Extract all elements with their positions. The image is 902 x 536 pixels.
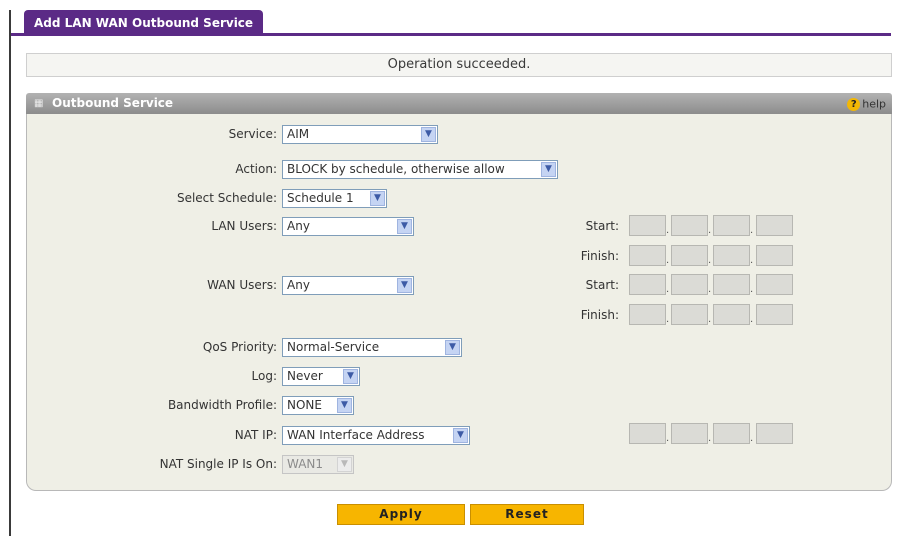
schedule-select[interactable]: Schedule 1 ▼ xyxy=(282,189,387,208)
chevron-down-icon: ▼ xyxy=(453,428,468,443)
chevron-down-icon: ▼ xyxy=(421,127,436,142)
wan-finish-ip-octet-4 xyxy=(756,304,793,325)
schedule-value: Schedule 1 xyxy=(287,191,354,205)
wan-finish-ip-octet-3 xyxy=(713,304,750,325)
wan-finish-ip-octet-1 xyxy=(629,304,666,325)
lan-users-label: LAN Users: xyxy=(211,219,277,233)
chevron-down-icon: ▼ xyxy=(370,191,385,206)
schedule-label: Select Schedule: xyxy=(176,191,277,205)
log-value: Never xyxy=(287,369,323,383)
lan-start-ip-octet-2 xyxy=(671,215,708,236)
nat-single-ip-select: WAN1 ▼ xyxy=(282,455,354,474)
lan-start-ip-dot-separator: . xyxy=(708,225,712,236)
lan-start-ip-dot-separator: . xyxy=(750,225,754,236)
lan-finish-ip-octet-4 xyxy=(756,245,793,266)
bandwidth-value: NONE xyxy=(287,398,322,412)
tab-add-lan-wan-outbound-service[interactable]: Add LAN WAN Outbound Service xyxy=(24,10,264,36)
chevron-down-icon: ▼ xyxy=(343,369,358,384)
chevron-down-icon: ▼ xyxy=(397,219,412,234)
lan-start-ip-dot-separator: . xyxy=(666,225,670,236)
lan-finish-ip-dot-separator: . xyxy=(666,255,670,266)
service-select[interactable]: AIM ▼ xyxy=(282,125,438,144)
lan-finish-ip-dot-separator: . xyxy=(708,255,712,266)
service-value: AIM xyxy=(287,127,310,141)
wan-start-ip-octet-4 xyxy=(756,274,793,295)
nat-ip-address-dot-separator: . xyxy=(750,433,754,444)
help-label: help xyxy=(862,97,886,111)
log-label: Log: xyxy=(251,369,277,383)
wan-finish-ip-dot-separator: . xyxy=(750,314,754,325)
chevron-down-icon: ▼ xyxy=(337,457,352,472)
wan-finish-ip-dot-separator: . xyxy=(666,314,670,325)
lan-finish-ip-octet-2 xyxy=(671,245,708,266)
bandwidth-select[interactable]: NONE ▼ xyxy=(282,396,354,415)
page-frame-left xyxy=(9,10,11,536)
help-circle-icon: ? xyxy=(847,97,861,111)
apply-button[interactable]: Apply xyxy=(337,504,465,525)
nat-ip-value: WAN Interface Address xyxy=(287,428,425,442)
wan-start-ip-octet-3 xyxy=(713,274,750,295)
action-select[interactable]: BLOCK by schedule, otherwise allow ▼ xyxy=(282,160,558,179)
lan-users-select[interactable]: Any ▼ xyxy=(282,217,414,236)
nat-ip-address-octet-3 xyxy=(713,423,750,444)
nat-ip-address-dot-separator: . xyxy=(708,433,712,444)
qos-label: QoS Priority: xyxy=(202,340,277,354)
lan-start-ip-octet-1 xyxy=(629,215,666,236)
wan-finish-label: Finish: xyxy=(580,308,619,322)
wan-start-ip-octet-2 xyxy=(671,274,708,295)
lan-finish-ip-octet-1 xyxy=(629,245,666,266)
wan-users-select[interactable]: Any ▼ xyxy=(282,276,414,295)
lan-users-value: Any xyxy=(287,219,310,233)
wan-users-label: WAN Users: xyxy=(207,278,277,292)
nat-ip-address-octet-1 xyxy=(629,423,666,444)
nat-single-ip-label: NAT Single IP Is On: xyxy=(159,457,277,471)
wan-start-ip-octet-1 xyxy=(629,274,666,295)
action-label: Action: xyxy=(235,162,277,176)
chevron-down-icon: ▼ xyxy=(445,340,460,355)
action-value: BLOCK by schedule, otherwise allow xyxy=(287,162,505,176)
wan-users-value: Any xyxy=(287,278,310,292)
lan-start-ip-octet-3 xyxy=(713,215,750,236)
nat-ip-select[interactable]: WAN Interface Address ▼ xyxy=(282,426,470,445)
qos-select[interactable]: Normal-Service ▼ xyxy=(282,338,462,357)
nat-ip-address-dot-separator: . xyxy=(666,433,670,444)
qos-value: Normal-Service xyxy=(287,340,380,354)
reset-button[interactable]: Reset xyxy=(470,504,584,525)
chevron-down-icon: ▼ xyxy=(541,162,556,177)
service-label: Service: xyxy=(228,127,277,141)
nat-single-ip-value: WAN1 xyxy=(287,457,324,471)
chevron-down-icon: ▼ xyxy=(337,398,352,413)
wan-start-ip-dot-separator: . xyxy=(750,284,754,295)
lan-start-ip-octet-4 xyxy=(756,215,793,236)
nat-ip-address-octet-4 xyxy=(756,423,793,444)
chevron-down-icon: ▼ xyxy=(397,278,412,293)
wan-finish-ip-octet-2 xyxy=(671,304,708,325)
wan-start-ip-dot-separator: . xyxy=(708,284,712,295)
grid-icon: ▦ xyxy=(34,98,44,109)
wan-finish-ip-dot-separator: . xyxy=(708,314,712,325)
help-link[interactable]: ? help xyxy=(847,96,886,111)
nat-ip-label: NAT IP: xyxy=(234,428,277,442)
lan-finish-ip-octet-3 xyxy=(713,245,750,266)
nat-ip-address-octet-2 xyxy=(671,423,708,444)
panel-header: ▦ Outbound Service ? help xyxy=(26,93,892,114)
wan-start-label: Start: xyxy=(585,278,619,292)
log-select[interactable]: Never ▼ xyxy=(282,367,360,386)
lan-start-label: Start: xyxy=(585,219,619,233)
bandwidth-label: Bandwidth Profile: xyxy=(167,398,277,412)
panel-title: Outbound Service xyxy=(52,96,174,110)
lan-finish-ip-dot-separator: . xyxy=(750,255,754,266)
status-message: Operation succeeded. xyxy=(26,53,892,77)
lan-finish-label: Finish: xyxy=(580,249,619,263)
wan-start-ip-dot-separator: . xyxy=(666,284,670,295)
